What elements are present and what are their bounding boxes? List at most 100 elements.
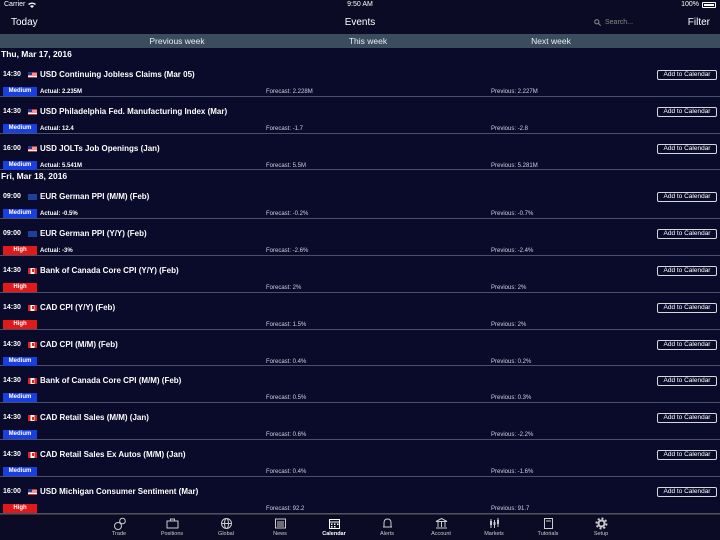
event-name: CAD Retail Sales (M/M) (Jan) — [40, 413, 149, 423]
event-name: USD JOLTs Job Openings (Jan) — [40, 143, 160, 153]
add-to-calendar-button[interactable]: Add to Calendar — [657, 229, 717, 240]
event-previous: Previous: 2.227M — [491, 89, 538, 95]
event-time: 16:00 — [3, 144, 21, 152]
events-list[interactable]: Thu, Mar 17, 2016 14:30 USD Continuing J… — [0, 48, 720, 514]
event-name: EUR German PPI (Y/Y) (Feb) — [40, 229, 147, 239]
ca-flag-icon — [28, 267, 37, 274]
add-to-calendar-button[interactable]: Add to Calendar — [657, 413, 717, 424]
eu-flag-icon — [28, 231, 37, 238]
add-to-calendar-button[interactable]: Add to Calendar — [657, 376, 717, 387]
event-row[interactable]: 14:30 CAD Retail Sales Ex Autos (M/M) (J… — [0, 440, 720, 477]
add-to-calendar-button[interactable]: Add to Calendar — [657, 339, 717, 350]
event-row[interactable]: 14:30 USD Philadelphia Fed. Manufacturin… — [0, 97, 720, 134]
ca-flag-icon — [28, 378, 37, 385]
event-previous: Previous: 2% — [491, 321, 527, 328]
event-name: CAD Retail Sales Ex Autos (M/M) (Jan) — [40, 449, 186, 459]
tab-trade[interactable]: Trade — [92, 517, 146, 537]
newspaper-icon — [274, 518, 286, 529]
event-row[interactable]: 16:00 USD JOLTs Job Openings (Jan) Mediu… — [0, 134, 720, 171]
event-previous: Previous: 91.7 — [491, 505, 530, 512]
event-time: 09:00 — [3, 230, 21, 238]
add-to-calendar-button[interactable]: Add to Calendar — [657, 449, 717, 460]
add-to-calendar-button[interactable]: Add to Calendar — [657, 192, 717, 203]
tab-news[interactable]: News — [253, 517, 307, 537]
us-flag-icon — [28, 145, 37, 152]
event-time: 14:30 — [3, 340, 21, 348]
tab-global[interactable]: Global — [199, 517, 253, 537]
filter-button[interactable]: Filter — [688, 17, 710, 28]
event-time: 14:30 — [3, 303, 21, 311]
add-to-calendar-button[interactable]: Add to Calendar — [657, 302, 717, 313]
event-forecast: Forecast: -1.7 — [266, 125, 304, 132]
event-forecast: Forecast: -0.2% — [266, 211, 309, 218]
impact-badge: Medium — [3, 87, 37, 96]
battery-icon — [702, 1, 716, 8]
event-row[interactable]: 09:00 EUR German PPI (Y/Y) (Feb) High Ac… — [0, 219, 720, 256]
event-row[interactable]: 14:30 USD Continuing Jobless Claims (Mar… — [0, 60, 720, 97]
search-field[interactable]: Search... — [588, 16, 674, 29]
eu-flag-icon — [28, 194, 37, 201]
event-name: CAD CPI (M/M) (Feb) — [40, 339, 118, 349]
ca-flag-icon — [28, 304, 37, 311]
impact-badge: Medium — [3, 393, 37, 403]
add-to-calendar-button[interactable]: Add to Calendar — [657, 143, 717, 154]
event-previous: Previous: -0.7% — [491, 211, 534, 218]
tab-calendar[interactable]: Calendar — [307, 517, 361, 537]
impact-badge: High — [3, 503, 37, 513]
ca-flag-icon — [28, 415, 37, 422]
impact-badge: High — [3, 282, 37, 292]
event-row[interactable]: 14:30 Bank of Canada Core CPI (M/M) (Feb… — [0, 366, 720, 404]
event-name: EUR German PPI (M/M) (Feb) — [40, 192, 150, 202]
event-name: USD Michigan Consumer Sentiment (Mar) — [40, 486, 199, 496]
tab-label: Calendar — [322, 531, 346, 537]
event-previous: Previous: 5.281M — [491, 162, 538, 169]
add-to-calendar-button[interactable]: Add to Calendar — [657, 70, 717, 80]
event-row[interactable]: 14:30 CAD CPI (M/M) (Feb) Medium Forecas… — [0, 330, 720, 367]
add-to-calendar-button[interactable]: Add to Calendar — [657, 486, 717, 497]
date-header: Fri, Mar 18, 2016 — [1, 171, 68, 182]
event-name: USD Continuing Jobless Claims (Mar 05) — [40, 70, 195, 79]
event-previous: Previous: 2% — [491, 284, 527, 291]
event-row[interactable]: 14:30 Bank of Canada Core CPI (Y/Y) (Feb… — [0, 256, 720, 293]
impact-badge: Medium — [3, 430, 37, 440]
event-previous: Previous: 0.3% — [491, 395, 532, 402]
event-row[interactable]: 14:30 CAD Retail Sales (M/M) (Jan) Mediu… — [0, 403, 720, 440]
impact-badge: Medium — [3, 123, 37, 133]
event-previous: Previous: -2.4% — [491, 248, 534, 255]
date-header: Thu, Mar 17, 2016 — [1, 49, 72, 59]
us-flag-icon — [28, 72, 37, 78]
event-time: 14:30 — [3, 71, 21, 78]
event-forecast: Forecast: 2.228M — [266, 89, 313, 95]
trade-icon — [113, 517, 126, 530]
tab-next-week[interactable]: Next week — [531, 36, 571, 46]
tab-label: Account — [431, 531, 451, 537]
event-time: 14:30 — [3, 450, 21, 458]
status-bar: Carrier 9:50 AM 100% — [0, 0, 720, 12]
event-forecast: Forecast: -2.6% — [266, 248, 309, 255]
tab-markets[interactable]: Markets — [467, 517, 521, 537]
tab-this-week[interactable]: This week — [349, 36, 387, 46]
calendar-icon — [328, 519, 340, 529]
tab-label: Tutorials — [537, 531, 559, 537]
battery: 100% — [681, 1, 716, 8]
tab-positions[interactable]: Positions — [145, 517, 199, 537]
impact-badge: Medium — [3, 466, 37, 476]
event-time: 16:00 — [3, 487, 21, 495]
event-row[interactable]: 09:00 EUR German PPI (M/M) (Feb) Medium … — [0, 182, 720, 220]
book-icon — [543, 518, 553, 529]
event-row[interactable]: 16:00 USD Michigan Consumer Sentiment (M… — [0, 477, 720, 514]
add-to-calendar-button[interactable]: Add to Calendar — [657, 265, 717, 276]
tab-tutorials[interactable]: Tutorials — [521, 517, 575, 537]
tab-previous-week[interactable]: Previous week — [149, 36, 204, 46]
event-row[interactable]: 14:30 CAD CPI (Y/Y) (Feb) High Forecast:… — [0, 293, 720, 330]
tab-label: Setup — [593, 531, 609, 537]
event-forecast: Forecast: 0.5% — [266, 395, 307, 402]
tab-alerts[interactable]: Alerts — [360, 517, 414, 537]
add-to-calendar-button[interactable]: Add to Calendar — [657, 106, 717, 117]
us-flag-icon — [28, 108, 37, 115]
bell-icon — [382, 518, 392, 528]
tab-account[interactable]: Account — [414, 517, 468, 537]
tab-setup[interactable]: Setup — [574, 517, 628, 537]
event-name: USD Philadelphia Fed. Manufacturing Inde… — [40, 106, 228, 116]
tab-label: Markets — [484, 531, 504, 537]
